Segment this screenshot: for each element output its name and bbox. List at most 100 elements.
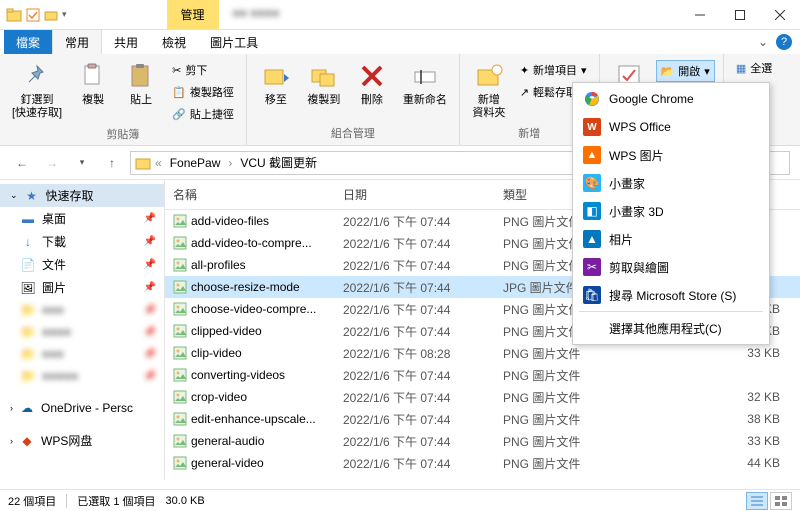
sidebar-item-pictures[interactable]: 🖼圖片📌: [0, 276, 164, 299]
select-all-button[interactable]: ▦全選: [732, 58, 776, 78]
open-with-chrome[interactable]: Google Chrome: [575, 85, 767, 113]
copy-button[interactable]: 複製: [72, 58, 114, 109]
copy-path-button[interactable]: 📋複製路徑: [168, 82, 238, 102]
sidebar-item-pinned[interactable]: 📁■■■📌: [0, 343, 164, 365]
pin-icon: [21, 60, 53, 92]
sidebar-item-pinned[interactable]: 📁■■■■■📌: [0, 365, 164, 387]
table-row[interactable]: edit-enhance-upscale...2022/1/6 下午 07:44…: [165, 408, 800, 430]
table-row[interactable]: converting-videos2022/1/6 下午 07:44PNG 圖片…: [165, 364, 800, 386]
maximize-button[interactable]: [720, 0, 760, 30]
sidebar-item-pinned[interactable]: 📁■■■📌: [0, 299, 164, 321]
sidebar-item-desktop[interactable]: ▬桌面📌: [0, 207, 164, 230]
address-bar[interactable]: « FonePaw › VCU 截圖更新 ⌄ ⟳: [130, 151, 604, 175]
copy-to-button[interactable]: 複製到: [303, 58, 345, 109]
star-icon: ★: [24, 188, 40, 204]
pin-to-quick-access-button[interactable]: 釘選到 [快速存取]: [8, 58, 66, 122]
nav-recent-button[interactable]: ▾: [70, 151, 94, 175]
wps-icon: ◆: [19, 433, 35, 449]
open-with-photos[interactable]: ▲相片: [575, 225, 767, 253]
menu-bar: 檔案 常用 共用 檢視 圖片工具 ⌄ ?: [0, 30, 800, 54]
qat-folder-icon[interactable]: [44, 8, 58, 22]
paste-shortcut-button[interactable]: 🔗貼上捷徑: [168, 104, 238, 124]
path-icon: 📋: [172, 86, 186, 99]
photos-icon: ▲: [583, 230, 601, 248]
tab-home[interactable]: 常用: [52, 29, 102, 55]
open-with-paint3d[interactable]: ◧小畫家 3D: [575, 197, 767, 225]
column-name[interactable]: 名稱: [165, 180, 335, 209]
table-row[interactable]: clip-video2022/1/6 下午 08:28PNG 圖片文件33 KB: [165, 342, 800, 364]
title-bar: ▾ 管理 ■■ ■■■■: [0, 0, 800, 30]
qat-checkbox-icon[interactable]: [26, 8, 40, 22]
status-bar: 22 個項目 已選取 1 個項目 30.0 KB: [0, 489, 800, 511]
move-to-button[interactable]: 移至: [255, 58, 297, 109]
minimize-button[interactable]: [680, 0, 720, 30]
open-with-wps-pic[interactable]: ▲WPS 图片: [575, 141, 767, 169]
new-folder-button[interactable]: 新增 資料夾: [468, 58, 510, 122]
tab-share[interactable]: 共用: [102, 30, 150, 55]
nav-forward-button[interactable]: →: [40, 151, 64, 175]
breadcrumb[interactable]: FonePaw: [166, 156, 225, 170]
breadcrumb[interactable]: VCU 截圖更新: [236, 154, 321, 171]
rename-button[interactable]: 重新命名: [399, 58, 451, 109]
sidebar-item-onedrive[interactable]: ›☁OneDrive - Persc: [0, 397, 164, 419]
paint3d-icon: ◧: [583, 202, 601, 220]
sidebar-item-quick-access[interactable]: ⌄ ★ 快速存取: [0, 184, 164, 207]
table-row[interactable]: general-video2022/1/6 下午 07:44PNG 圖片文件44…: [165, 452, 800, 474]
tab-view[interactable]: 檢視: [150, 30, 198, 55]
sidebar-item-wps[interactable]: ›◆WPS网盘: [0, 429, 164, 452]
chevron-right-icon: ›: [10, 436, 13, 446]
column-date[interactable]: 日期: [335, 180, 495, 209]
new-item-button[interactable]: ✦新增項目 ▾: [516, 60, 591, 80]
selectall-icon: ▦: [736, 62, 746, 75]
qat-dropdown-icon[interactable]: ▾: [62, 9, 67, 20]
delete-button[interactable]: 刪除: [351, 58, 393, 109]
sidebar-item-pinned[interactable]: 📁■■■■📌: [0, 321, 164, 343]
paste-button[interactable]: 貼上: [120, 58, 162, 109]
sidebar-item-downloads[interactable]: ↓下載📌: [0, 230, 164, 253]
moveto-icon: [260, 60, 292, 92]
rename-icon: [409, 60, 441, 92]
group-clipboard-label: 剪貼簿: [8, 124, 238, 142]
view-thumbnails-button[interactable]: [770, 492, 792, 510]
easyaccess-icon: ↗: [520, 86, 529, 99]
download-icon: ↓: [20, 234, 36, 250]
document-icon: 📄: [20, 257, 36, 273]
open-button[interactable]: 📂開啟 ▾: [656, 60, 715, 82]
open-with-wps-office[interactable]: WWPS Office: [575, 113, 767, 141]
copyto-icon: [308, 60, 340, 92]
status-item-count: 22 個項目: [8, 493, 56, 509]
open-with-snip[interactable]: ✂剪取與繪圖: [575, 253, 767, 281]
paint-icon: 🎨: [583, 174, 601, 192]
store-icon: 🛍: [583, 286, 601, 304]
help-icon[interactable]: ?: [776, 34, 792, 50]
table-row[interactable]: crop-video2022/1/6 下午 07:44PNG 圖片文件32 KB: [165, 386, 800, 408]
picture-icon: 🖼: [20, 280, 36, 296]
close-button[interactable]: [760, 0, 800, 30]
newfolder-icon: [473, 60, 505, 92]
pin-icon: 📌: [144, 259, 156, 270]
nav-up-button[interactable]: ↑: [100, 151, 124, 175]
chevron-down-icon[interactable]: ⌄: [758, 35, 768, 49]
tab-file[interactable]: 檔案: [4, 30, 52, 55]
pin-icon: 📌: [144, 282, 156, 293]
chevron-down-icon: ⌄: [10, 190, 18, 201]
status-size: 30.0 KB: [166, 495, 205, 507]
chevron-right-icon: ›: [10, 403, 13, 413]
view-details-button[interactable]: [746, 492, 768, 510]
open-icon: 📂: [661, 65, 675, 78]
table-row[interactable]: general-audio2022/1/6 下午 07:44PNG 圖片文件33…: [165, 430, 800, 452]
nav-back-button[interactable]: ←: [10, 151, 34, 175]
desktop-icon: ▬: [20, 211, 36, 227]
scissors-icon: ✂: [172, 64, 181, 77]
title-tab-manage[interactable]: 管理: [167, 0, 219, 29]
tab-picture-tools[interactable]: 圖片工具: [198, 30, 270, 55]
cloud-icon: ☁: [19, 400, 35, 416]
open-with-paint[interactable]: 🎨小畫家: [575, 169, 767, 197]
open-with-menu: Google Chrome WWPS Office ▲WPS 图片 🎨小畫家 ◧…: [572, 82, 770, 345]
open-with-store[interactable]: 🛍搜尋 Microsoft Store (S): [575, 281, 767, 309]
sidebar-item-documents[interactable]: 📄文件📌: [0, 253, 164, 276]
snip-icon: ✂: [583, 258, 601, 276]
cut-button[interactable]: ✂剪下: [168, 60, 238, 80]
folder-icon: [135, 155, 151, 171]
open-with-other[interactable]: 選擇其他應用程式(C): [575, 314, 767, 342]
